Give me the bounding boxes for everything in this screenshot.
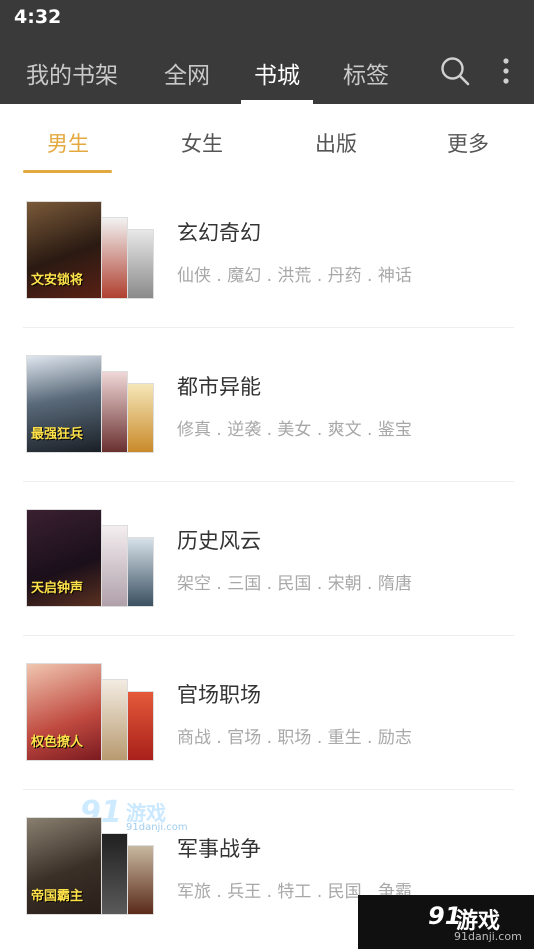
watermark-domain: 91danji.com xyxy=(126,822,188,833)
book-covers: 文安锁将 xyxy=(26,201,156,301)
category-title: 都市异能 xyxy=(177,375,261,399)
book-cover xyxy=(126,383,154,453)
book-cover: 权色撩人 xyxy=(26,663,102,761)
category-title: 官场职场 xyxy=(177,683,261,707)
book-cover xyxy=(126,845,154,915)
cover-title: 帝国霸主 xyxy=(31,889,84,904)
tab-tags[interactable]: 标签 xyxy=(343,56,389,90)
category-item[interactable]: 最强狂兵 都市异能 修真 . 逆袭 . 美女 . 爽文 . 鉴宝 xyxy=(0,328,534,482)
book-cover: 文安锁将 xyxy=(26,201,102,299)
watermark-badge: 91 游戏 91danji.com xyxy=(358,895,534,949)
book-cover: 天启钟声 xyxy=(26,509,102,607)
subtab-more[interactable]: 更多 xyxy=(447,128,489,158)
badge-domain: 91danji.com xyxy=(454,930,522,943)
category-tags: 商战 . 官场 . 职场 . 重生 . 励志 xyxy=(177,728,412,748)
category-tags: 架空 . 三国 . 民国 . 宋朝 . 隋唐 xyxy=(177,574,412,594)
book-cover xyxy=(126,229,154,299)
subtab-female[interactable]: 女生 xyxy=(181,128,223,158)
category-title: 历史风云 xyxy=(177,529,261,553)
book-cover xyxy=(98,217,128,299)
subtab-male[interactable]: 男生 xyxy=(47,128,89,158)
book-cover xyxy=(98,833,128,915)
tab-bookshelf[interactable]: 我的书架 xyxy=(26,56,118,90)
cover-title: 文安锁将 xyxy=(31,273,84,288)
top-nav: 我的书架 全网 书城 标签 xyxy=(0,36,534,104)
book-cover xyxy=(98,679,128,761)
book-covers: 天启钟声 xyxy=(26,509,156,609)
category-title: 军事战争 xyxy=(177,837,261,861)
category-item[interactable]: 权色撩人 官场职场 商战 . 官场 . 职场 . 重生 . 励志 xyxy=(0,636,534,790)
tab-bookstore[interactable]: 书城 xyxy=(254,56,300,90)
book-covers: 最强狂兵 xyxy=(26,355,156,455)
category-tags: 仙侠 . 魔幻 . 洪荒 . 丹药 . 神话 xyxy=(177,266,412,286)
category-item[interactable]: 文安锁将 玄幻奇幻 仙侠 . 魔幻 . 洪荒 . 丹药 . 神话 xyxy=(0,174,534,328)
more-vertical-icon[interactable] xyxy=(498,56,514,88)
book-cover xyxy=(126,691,154,761)
book-covers: 权色撩人 xyxy=(26,663,156,763)
category-title: 玄幻奇幻 xyxy=(177,221,261,245)
book-cover: 最强狂兵 xyxy=(26,355,102,453)
cover-title: 最强狂兵 xyxy=(31,427,84,442)
book-cover xyxy=(98,371,128,453)
category-tags: 修真 . 逆袭 . 美女 . 爽文 . 鉴宝 xyxy=(177,420,412,440)
book-cover xyxy=(126,537,154,607)
subtab-indicator xyxy=(23,170,112,173)
cover-title: 天启钟声 xyxy=(31,581,84,596)
status-time: 4:32 xyxy=(14,6,62,28)
search-icon[interactable] xyxy=(440,56,470,86)
book-cover xyxy=(98,525,128,607)
cover-title: 权色撩人 xyxy=(31,735,84,750)
book-cover: 帝国霸主 xyxy=(26,817,102,915)
tab-all-web[interactable]: 全网 xyxy=(164,56,210,90)
subtab-publish[interactable]: 出版 xyxy=(315,128,357,158)
sub-tabs: 男生 女生 出版 更多 xyxy=(0,104,534,174)
status-bar: 4:32 xyxy=(0,0,534,36)
category-item[interactable]: 天启钟声 历史风云 架空 . 三国 . 民国 . 宋朝 . 隋唐 xyxy=(0,482,534,636)
